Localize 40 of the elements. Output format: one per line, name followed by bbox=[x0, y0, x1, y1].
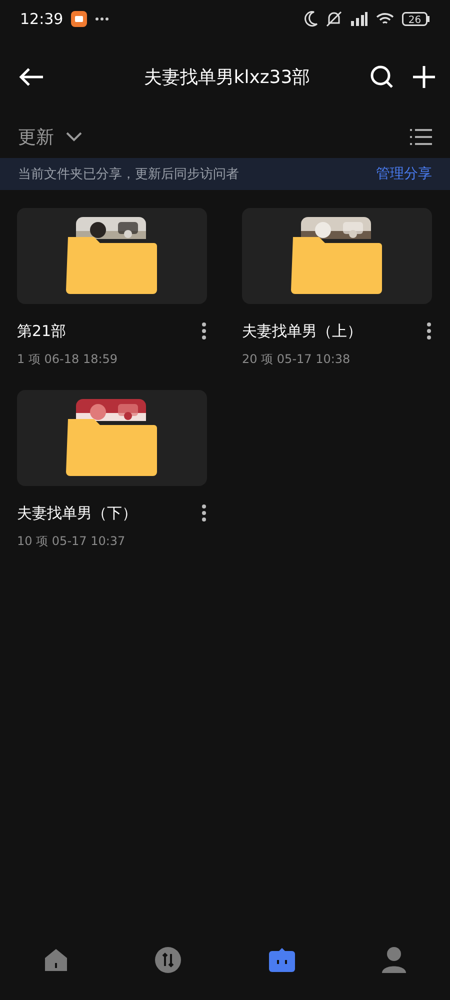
nav-tab[interactable] bbox=[154, 946, 182, 974]
add-button[interactable] bbox=[412, 65, 436, 89]
chevron-down-icon bbox=[66, 132, 82, 142]
folder-icon bbox=[291, 237, 382, 294]
more-icon bbox=[95, 17, 110, 21]
nav-tab[interactable] bbox=[268, 947, 296, 973]
folder-icon bbox=[66, 419, 157, 476]
sort-dropdown[interactable]: 更新 bbox=[18, 125, 82, 149]
folder-title: 夫妻找单男klxz33部 bbox=[142, 66, 312, 89]
battery-level: 26 bbox=[408, 15, 422, 26]
status-time: 12:39 bbox=[20, 10, 64, 28]
folder-icon bbox=[66, 237, 157, 294]
moon-icon bbox=[304, 11, 318, 27]
nav-tab[interactable] bbox=[42, 947, 69, 973]
recorder-icon bbox=[71, 11, 88, 27]
folder-thumbnail[interactable] bbox=[17, 390, 207, 486]
folder-name: 夫妻找单男（下） bbox=[17, 504, 137, 522]
wifi-icon bbox=[376, 12, 394, 26]
more-options-button[interactable] bbox=[201, 504, 207, 522]
search-button[interactable] bbox=[370, 65, 394, 89]
more-options-button[interactable] bbox=[426, 322, 432, 340]
person-icon bbox=[381, 946, 408, 974]
share-message: 当前文件夹已分享，更新后同步访问者 bbox=[18, 166, 239, 183]
manage-share-link[interactable]: 管理分享 bbox=[376, 165, 432, 183]
folder-meta: 1 项 06-18 18:59 bbox=[17, 351, 119, 368]
folder-icon bbox=[268, 947, 296, 973]
folder-thumbnail[interactable] bbox=[242, 208, 432, 304]
more-options-button[interactable] bbox=[201, 322, 207, 340]
folder-name: 夫妻找单男（上） bbox=[242, 322, 362, 340]
folder-meta: 10 项 05-17 10:37 bbox=[17, 533, 126, 550]
muted-bell-icon bbox=[326, 11, 342, 27]
folder-thumbnail[interactable] bbox=[17, 208, 207, 304]
folder-meta: 20 项 05-17 10:38 bbox=[242, 351, 352, 368]
list-view-button[interactable] bbox=[410, 128, 432, 146]
back-button[interactable] bbox=[18, 67, 44, 87]
folder-name: 第21部 bbox=[17, 322, 66, 340]
transfer-icon bbox=[154, 946, 182, 974]
signal-icon bbox=[350, 12, 368, 26]
nav-tab[interactable] bbox=[381, 946, 408, 974]
home-icon bbox=[42, 947, 69, 973]
